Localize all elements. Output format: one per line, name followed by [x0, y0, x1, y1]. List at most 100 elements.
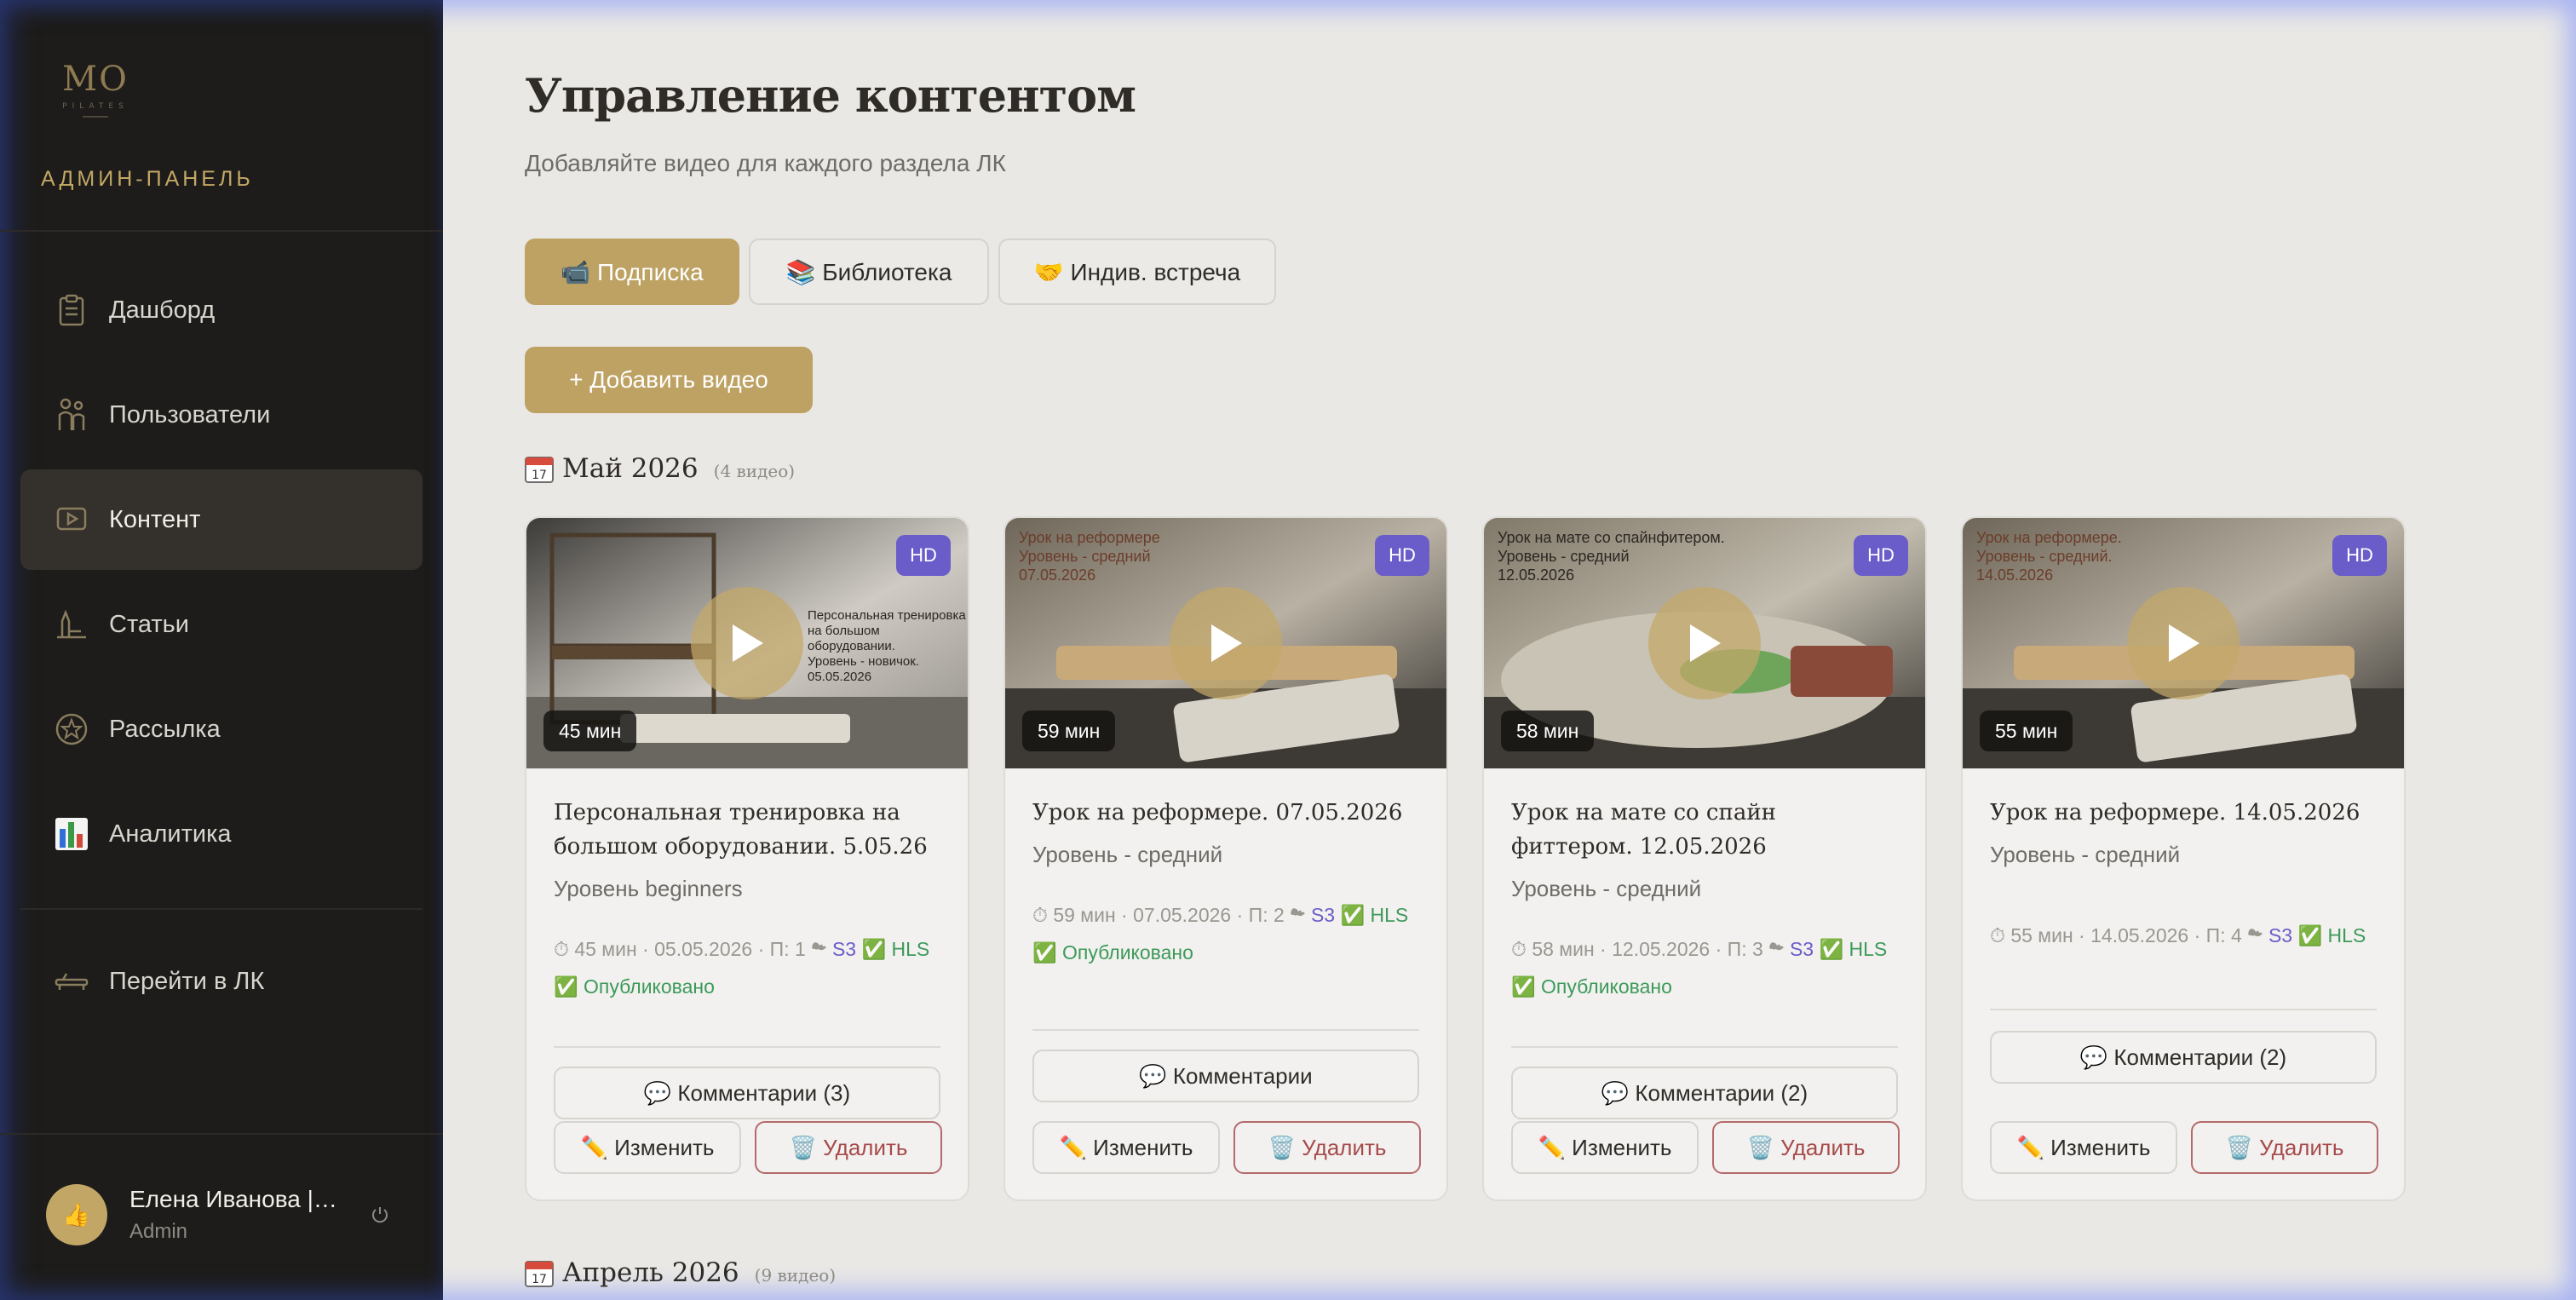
status-badge: ✅ Опубликовано — [1511, 975, 1672, 998]
video-title: Урок на реформере. 07.05.2026 — [1032, 800, 1403, 825]
video-level: Уровень - средний — [1511, 876, 1702, 901]
sidebar-item-label: Пользователи — [109, 400, 271, 429]
duration-badge: 55 мин — [1980, 710, 2073, 751]
sidebar-item-users[interactable]: Пользователи — [20, 365, 423, 465]
sidebar-item-analytics[interactable]: Аналитика — [20, 784, 423, 884]
edit-button[interactable]: ✏️ Изменить — [554, 1121, 741, 1174]
meta-text: ⏱ 45 мин · 05.05.2026 · П: 1 ☁ — [554, 938, 827, 960]
s3-badge: S3 — [1310, 904, 1336, 926]
sidebar-item-label: Статьи — [109, 610, 189, 638]
delete-button[interactable]: 🗑️ Удалить — [2191, 1121, 2378, 1174]
meta-text: ⏱ 55 мин · 14.05.2026 · П: 4 ☁ — [1990, 924, 2263, 946]
delete-button[interactable]: 🗑️ Удалить — [755, 1121, 942, 1174]
video-meta: ⏱ 59 мин · 07.05.2026 · П: 2 ☁ S3 ✅ HLS — [1032, 902, 1419, 928]
s3-badge: S3 — [831, 938, 857, 960]
tab-library[interactable]: 📚 Библиотека — [749, 239, 989, 305]
play-icon[interactable] — [1648, 587, 1761, 699]
go-to-lk-link[interactable]: Перейти в ЛК — [20, 931, 423, 1032]
page-title: Управление контентом — [525, 68, 1136, 123]
play-icon[interactable] — [1170, 587, 1282, 699]
section-count: (9 видео) — [754, 1265, 837, 1286]
sidebar-item-articles[interactable]: Статьи — [20, 574, 423, 675]
card-divider — [1990, 1009, 2377, 1010]
meta-text: ⏱ 59 мин · 07.05.2026 · П: 2 ☁ — [1032, 904, 1306, 926]
comments-button[interactable]: 💬 Комментарии — [1032, 1050, 1419, 1102]
brand-logo[interactable]: MO PILATES — [55, 60, 136, 124]
sidebar-item-label: Контент — [109, 505, 201, 533]
status-badge: ✅ Опубликовано — [1032, 941, 1193, 963]
video-card: Персональная тренировка на большом оборуд… — [525, 516, 969, 1201]
logo-text: MO — [62, 60, 129, 99]
sidebar-item-label: Дашборд — [109, 296, 216, 324]
duration-badge: 59 мин — [1022, 710, 1116, 751]
edit-button[interactable]: ✏️ Изменить — [1990, 1121, 2177, 1174]
article-icon — [55, 607, 89, 641]
logo-underline — [83, 116, 108, 118]
video-level: Уровень - средний — [1990, 842, 2181, 867]
bar-chart-icon — [55, 817, 89, 851]
card-divider — [554, 1046, 940, 1048]
calendar-icon: 17 — [525, 454, 554, 483]
video-thumbnail[interactable]: Персональная тренировка на большом оборуд… — [526, 518, 968, 768]
add-video-button[interactable]: + Добавить видео — [525, 347, 813, 413]
comments-button[interactable]: 💬 Комментарии (2) — [1990, 1031, 2377, 1084]
tab-individual-meeting[interactable]: 🤝 Индив. встреча — [998, 239, 1276, 305]
thumbnail-caption: Урок на мате со спайнфитером. Уровень - с… — [1498, 529, 1725, 584]
hls-badge: ✅ HLS — [861, 938, 930, 960]
sidebar-item-mailing[interactable]: Рассылка — [20, 679, 423, 779]
sidebar-item-dashboard[interactable]: Дашборд — [20, 260, 423, 360]
thumbnail-caption: Урок на реформере Уровень - средний 07.05.… — [1019, 529, 1160, 584]
meta-text: ⏱ 58 мин · 12.05.2026 · П: 3 ☁ — [1511, 938, 1785, 960]
delete-button[interactable]: 🗑️ Удалить — [1233, 1121, 1421, 1174]
edit-button[interactable]: ✏️ Изменить — [1511, 1121, 1699, 1174]
video-level: Уровень - средний — [1032, 842, 1223, 867]
svg-text:17: 17 — [532, 469, 547, 482]
video-thumbnail[interactable]: Урок на мате со спайнфитером. Уровень - с… — [1484, 518, 1925, 768]
play-icon[interactable] — [691, 587, 803, 699]
hd-badge: HD — [1854, 535, 1908, 576]
section-header-april: 17 Апрель 2026 (9 видео) — [525, 1257, 836, 1288]
video-card: Урок на мате со спайнфитером. Уровень - с… — [1482, 516, 1927, 1201]
user-name: Елена Иванова | ... — [129, 1186, 339, 1212]
hd-badge: HD — [896, 535, 951, 576]
video-title: Персональная тренировка на большом обору… — [554, 800, 928, 860]
video-meta: ⏱ 45 мин · 05.05.2026 · П: 1 ☁ S3 ✅ HLS — [554, 936, 940, 962]
calendar-icon: 17 — [525, 1258, 554, 1287]
duration-badge: 58 мин — [1501, 710, 1595, 751]
delete-button[interactable]: 🗑️ Удалить — [1712, 1121, 1900, 1174]
video-icon — [55, 503, 89, 537]
card-divider — [1032, 1029, 1419, 1031]
sidebar-divider — [0, 230, 443, 232]
users-icon — [55, 398, 89, 432]
app-window: MO PILATES АДМИН-ПАНЕЛЬ Дашборд Пользова… — [0, 0, 2576, 1300]
hls-badge: ✅ HLS — [1340, 904, 1409, 926]
logo-subtext: PILATES — [62, 102, 129, 111]
user-role: Admin — [129, 1220, 188, 1243]
video-title: Урок на реформере. 14.05.2026 — [1990, 800, 2360, 825]
svg-text:17: 17 — [532, 1273, 547, 1286]
tab-subscription[interactable]: 📹 Подписка — [525, 239, 739, 305]
s3-badge: S3 — [1789, 938, 1814, 960]
s3-badge: S3 — [2268, 924, 2293, 946]
video-meta: ⏱ 55 мин · 14.05.2026 · П: 4 ☁ S3 ✅ HLS — [1990, 923, 2377, 948]
user-profile[interactable]: 👍 Елена Иванова | ... Admin — [46, 1184, 339, 1245]
play-icon[interactable] — [2127, 587, 2240, 699]
hd-badge: HD — [2332, 535, 2387, 576]
status-badge: ✅ Опубликовано — [554, 975, 715, 998]
sidebar-item-label: Аналитика — [109, 820, 232, 848]
section-count: (4 видео) — [713, 461, 796, 481]
edit-button[interactable]: ✏️ Изменить — [1032, 1121, 1220, 1174]
video-thumbnail[interactable]: Урок на реформере. Уровень - средний. 14.0… — [1963, 518, 2404, 768]
comments-button[interactable]: 💬 Комментарии (3) — [554, 1067, 940, 1119]
reformer-icon — [55, 964, 89, 998]
power-icon[interactable] — [368, 1203, 392, 1227]
clipboard-icon — [55, 293, 89, 327]
hls-badge: ✅ HLS — [1819, 938, 1888, 960]
video-card: Урок на реформере Уровень - средний 07.05.… — [1003, 516, 1448, 1201]
comments-button[interactable]: 💬 Комментарии (2) — [1511, 1067, 1898, 1119]
admin-panel-title: АДМИН-ПАНЕЛЬ — [41, 167, 254, 191]
section-header-may: 17 Май 2026 (4 видео) — [525, 453, 795, 484]
sidebar-divider — [0, 1133, 443, 1135]
video-thumbnail[interactable]: Урок на реформере Уровень - средний 07.05.… — [1005, 518, 1446, 768]
sidebar-item-content[interactable]: Контент — [20, 469, 423, 570]
